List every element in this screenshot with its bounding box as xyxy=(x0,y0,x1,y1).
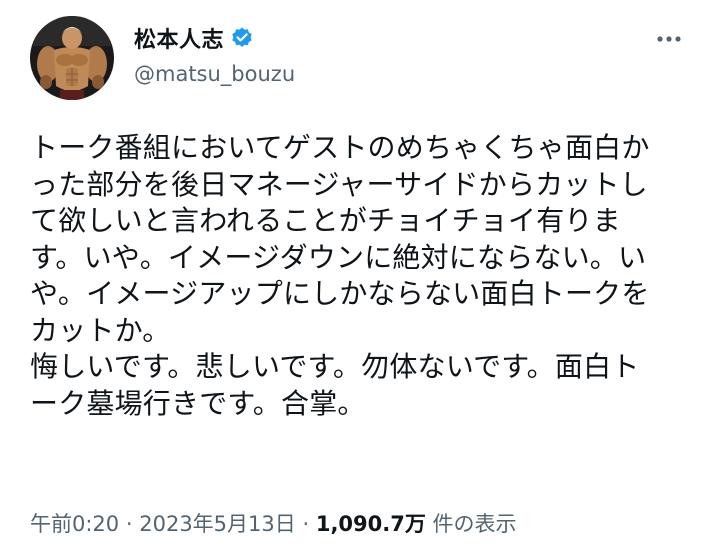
tweet-card: 松本人志 @matsu_bouzu トーク番組においてゲストのめちゃくちゃ面白か… xyxy=(0,0,714,551)
tweet-text: トーク番組においてゲストのめちゃくちゃ面白か った部分を後日マネージャーサイドか… xyxy=(30,131,650,420)
tweet-meta: 午前0:20 · 2023年5月13日 · 1,090.7万 件の表示 xyxy=(30,508,517,538)
meta-separator: · xyxy=(125,512,133,536)
tweet-date[interactable]: 2023年5月13日 xyxy=(139,512,296,536)
meta-separator: · xyxy=(302,512,310,536)
name-row: 松本人志 xyxy=(134,22,295,54)
more-options-button[interactable] xyxy=(652,22,686,56)
avatar[interactable] xyxy=(30,16,114,100)
user-info: 松本人志 @matsu_bouzu xyxy=(134,22,295,86)
tweet-time[interactable]: 午前0:20 xyxy=(30,512,119,536)
more-options-icon xyxy=(657,36,681,42)
views-label: 件の表示 xyxy=(432,512,517,536)
user-handle[interactable]: @matsu_bouzu xyxy=(134,62,295,86)
views-count: 1,090.7万 xyxy=(315,512,426,536)
verified-badge-icon xyxy=(230,26,254,50)
display-name[interactable]: 松本人志 xyxy=(134,22,224,54)
bodybuilder-figure-avatar-icon xyxy=(30,16,114,100)
tweet-header: 松本人志 @matsu_bouzu xyxy=(30,16,694,100)
